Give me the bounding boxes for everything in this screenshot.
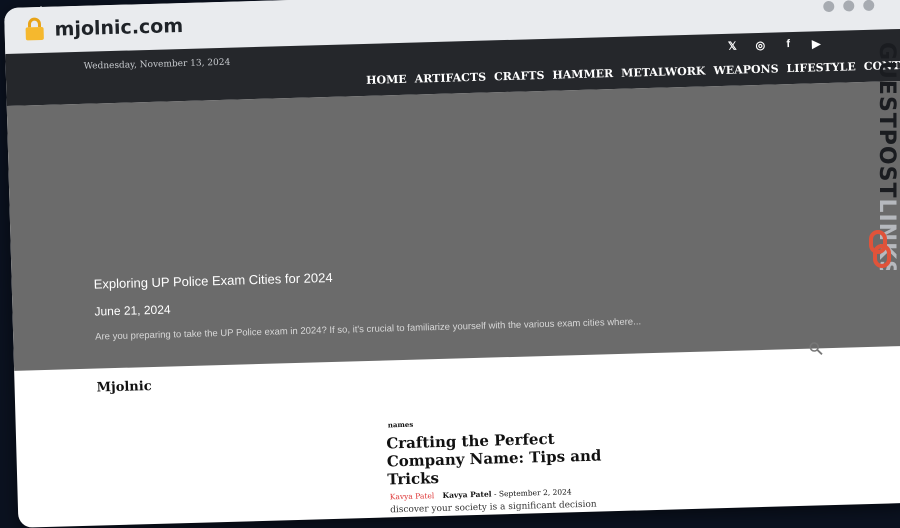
nav-item-weapons[interactable]: WEAPONS	[713, 62, 778, 77]
site-brand[interactable]: Mjolnic	[96, 379, 151, 396]
hero-excerpt: Are you preparing to take the UP Police …	[95, 316, 642, 343]
author-name[interactable]: Kavya Patel	[442, 490, 491, 500]
nav-item-lifestyle[interactable]: LIFESTYLE	[786, 60, 856, 75]
article-meta: Kavya Patel Kavya Patel - September 2, 2…	[390, 487, 572, 501]
facebook-icon[interactable]: f	[781, 38, 795, 51]
watermark-graphic: GUESTPOSTLINKS	[869, 42, 899, 277]
window-control-dot[interactable]	[823, 0, 835, 13]
search-icon[interactable]	[809, 341, 823, 355]
instagram-icon[interactable]: ◎	[753, 39, 767, 52]
lock-icon	[25, 17, 44, 41]
social-links: 𝕏 ◎ f ▶	[725, 37, 823, 53]
nav-item-hammer[interactable]: HAMMER	[552, 67, 613, 82]
window-controls	[823, 0, 875, 13]
nav-item-metalwork[interactable]: METALWORK	[621, 64, 706, 79]
article-date: September 2, 2024	[498, 487, 572, 499]
author-avatar: Kavya Patel	[389, 491, 435, 502]
meta-separator: -	[493, 489, 497, 499]
article-title[interactable]: Crafting the Perfect Company Name: Tips …	[386, 428, 617, 489]
nav-item-home[interactable]: HOME	[366, 73, 407, 87]
youtube-icon[interactable]: ▶	[809, 37, 823, 50]
nav-item-crafts[interactable]: CRAFTS	[494, 69, 545, 83]
hero-date: June 21, 2024	[94, 302, 171, 319]
article-excerpt: discover your society is a significant d…	[390, 499, 597, 516]
current-date: Wednesday, November 13, 2024	[83, 57, 231, 72]
hero-title[interactable]: Exploring UP Police Exam Cities for 2024	[94, 270, 333, 292]
x-icon[interactable]: 𝕏	[725, 39, 739, 53]
watermark: GUESTPOSTLINKS	[862, 40, 899, 277]
window-control-dot[interactable]	[843, 0, 855, 12]
nav-item-artifacts[interactable]: ARTIFACTS	[415, 71, 487, 86]
hero-banner[interactable]: Exploring UP Police Exam Cities for 2024…	[6, 80, 900, 371]
window-control-dot[interactable]	[863, 0, 875, 12]
browser-window: mjolnic.com Wednesday, November 13, 2024…	[4, 0, 900, 528]
article-category[interactable]: names	[388, 420, 414, 430]
url-text[interactable]: mjolnic.com	[54, 15, 183, 41]
